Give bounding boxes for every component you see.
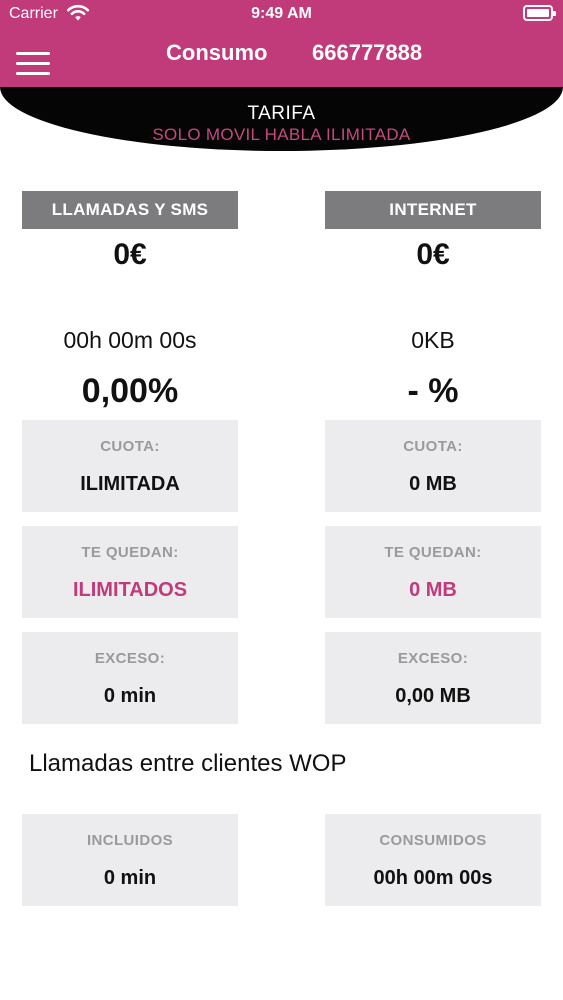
calls-exceso-card: EXCESO: 0 min [22, 632, 238, 724]
internet-header: INTERNET [325, 191, 541, 229]
internet-exceso-value: 0,00 MB [395, 685, 471, 707]
calls-quedan-value: ILIMITADOS [72, 579, 188, 601]
internet-quedan-label: TE QUEDAN: [384, 544, 482, 561]
status-bar: Carrier 9:49 AM [0, 0, 563, 30]
internet-exceso-card: EXCESO: 0,00 MB [325, 632, 541, 724]
internet-quedan-value: 0 MB [409, 579, 457, 601]
hamburger-menu-icon[interactable] [16, 52, 50, 76]
wop-consumidos-label: CONSUMIDOS [379, 832, 487, 849]
wop-consumidos-card: CONSUMIDOS 00h 00m 00s [325, 814, 541, 906]
wop-incluidos-label: INCLUIDOS [86, 832, 174, 849]
calls-exceso-value: 0 min [103, 685, 157, 707]
status-time: 9:49 AM [251, 5, 312, 22]
internet-cuota-label: CUOTA: [403, 438, 463, 455]
internet-cuota-value: 0 MB [409, 473, 457, 495]
internet-cuota-card: CUOTA: 0 MB [325, 420, 541, 512]
calls-cuota-card: CUOTA: ILIMITADA [22, 420, 238, 512]
page-title: Consumo [166, 40, 268, 65]
calls-exceso-label: EXCESO: [94, 650, 166, 667]
phone-number: 666777888 [312, 40, 423, 65]
calls-quedan-label: TE QUEDAN: [81, 544, 179, 561]
calls-cuota-value: ILIMITADA [80, 473, 180, 495]
calls-used-time: 00h 00m 00s [63, 327, 197, 353]
calls-sms-header: LLAMADAS Y SMS [22, 191, 238, 229]
wop-consumidos-value: 00h 00m 00s [373, 867, 493, 889]
wop-section-title: Llamadas entre clientes WOP [29, 750, 347, 777]
wop-incluidos-value: 0 min [103, 867, 157, 889]
wop-incluidos-card: INCLUIDOS 0 min [22, 814, 238, 906]
battery-icon [523, 5, 556, 21]
calls-percent: 0,00% [81, 372, 179, 410]
tarifa-label: TARIFA [247, 103, 316, 124]
internet-quedan-card: TE QUEDAN: 0 MB [325, 526, 541, 618]
internet-used-data: 0KB [411, 327, 455, 353]
calls-cuota-label: CUOTA: [100, 438, 160, 455]
internet-exceso-label: EXCESO: [397, 650, 469, 667]
calls-quedan-card: TE QUEDAN: ILIMITADOS [22, 526, 238, 618]
calls-amount: 0€ [113, 238, 147, 271]
internet-percent: - % [407, 372, 459, 410]
tarifa-plan-name: SOLO MOVIL HABLA ILIMITADA [152, 125, 411, 144]
internet-amount: 0€ [416, 238, 450, 271]
